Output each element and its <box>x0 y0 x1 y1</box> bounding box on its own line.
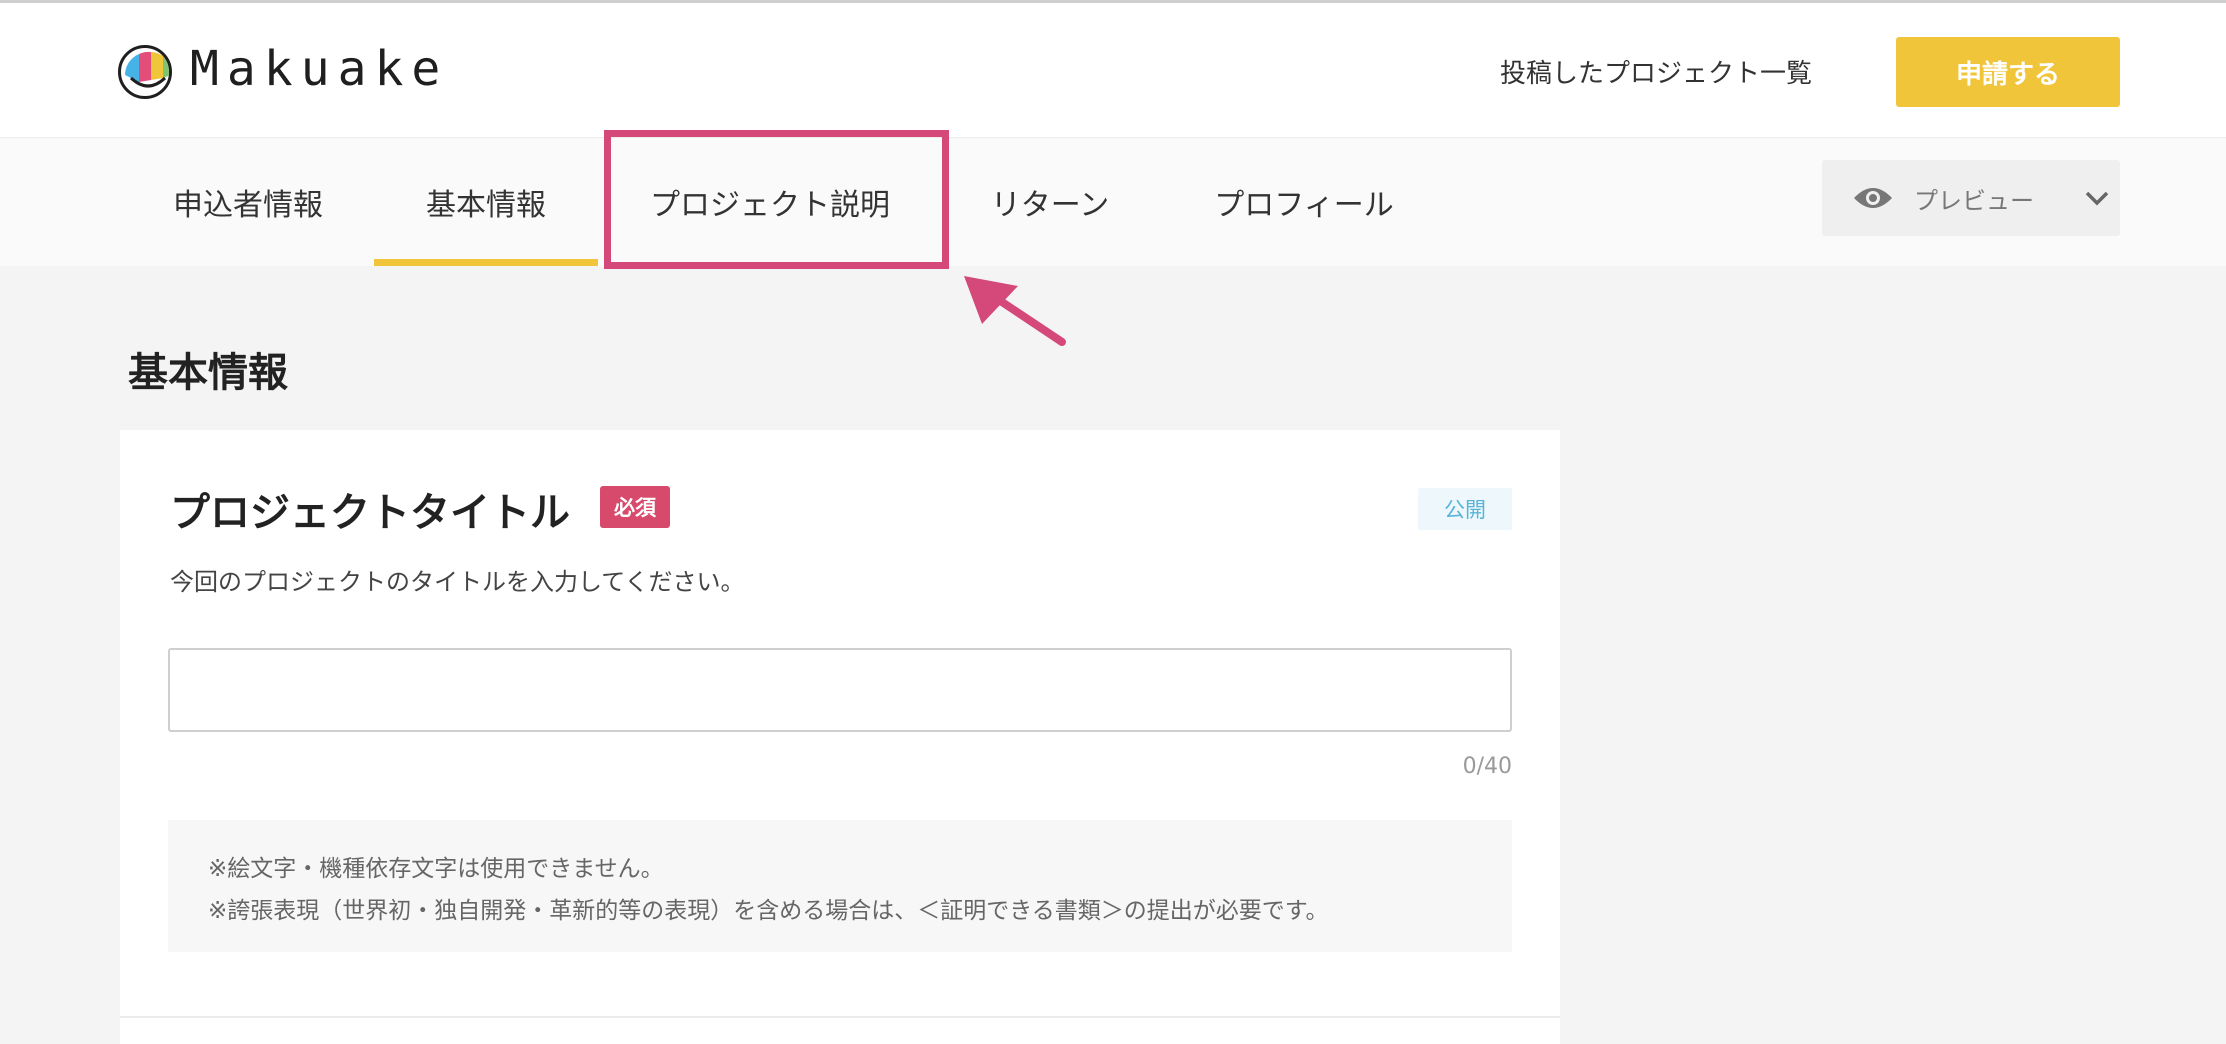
project-title-input[interactable] <box>168 648 1512 732</box>
preview-dropdown[interactable]: プレビュー <box>1822 160 2120 236</box>
note-line: ※絵文字・機種依存文字は使用できません。 <box>208 856 664 882</box>
note-line: ※誇張表現（世界初・独自開発・革新的等の表現）を含める場合は、＜証明できる書類＞… <box>208 898 1329 924</box>
posted-projects-link[interactable]: 投稿したプロジェクト一覧 <box>1500 53 1812 90</box>
field-description: 今回のプロジェクトのタイトルを入力してください。 <box>170 568 745 596</box>
top-header: Makuake 投稿したプロジェクト一覧 申請する <box>0 0 2226 138</box>
tab-applicant-info[interactable]: 申込者情報 <box>150 138 346 266</box>
tab-basic-info[interactable]: 基本情報 <box>374 138 598 266</box>
tab-project-description[interactable]: プロジェクト説明 <box>620 138 920 266</box>
public-badge: 公開 <box>1418 488 1512 530</box>
brand-name[interactable]: Makuake <box>190 41 448 97</box>
field-title: プロジェクトタイトル <box>170 490 570 536</box>
makuake-logo-icon[interactable] <box>118 45 172 99</box>
tab-returns[interactable]: リターン <box>976 138 1124 266</box>
tab-bar: 申込者情報 基本情報 プロジェクト説明 リターン プロフィール プレビュー <box>0 138 2226 266</box>
eye-icon <box>1854 188 1892 208</box>
project-title-card: プロジェクトタイトル 必須 公開 今回のプロジェクトのタイトルを入力してください… <box>120 430 1560 1044</box>
section-title: 基本情報 <box>128 350 288 396</box>
character-counter: 0/40 <box>1462 754 1512 779</box>
annotation-arrow-icon <box>964 276 1066 346</box>
divider <box>120 1016 1560 1018</box>
chevron-down-icon <box>2085 191 2109 206</box>
tab-profile[interactable]: プロフィール <box>1196 138 1412 266</box>
notes-box: ※絵文字・機種依存文字は使用できません。 ※誇張表現（世界初・独自開発・革新的等… <box>168 820 1512 952</box>
required-badge: 必須 <box>600 486 670 528</box>
preview-label: プレビュー <box>1914 186 2034 215</box>
apply-button[interactable]: 申請する <box>1896 37 2120 107</box>
